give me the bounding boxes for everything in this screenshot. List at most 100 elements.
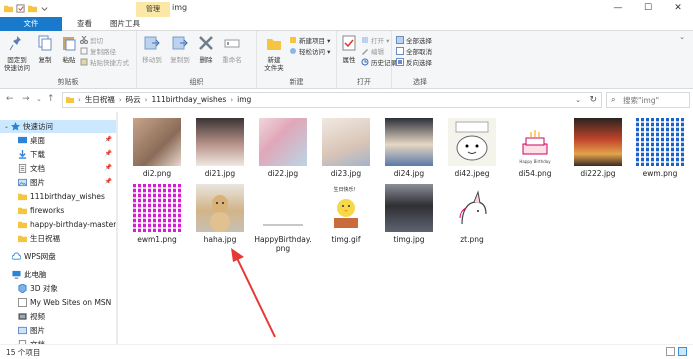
copy-path-button[interactable]: 复制路径 — [80, 46, 116, 56]
recent-locations-icon[interactable]: ⌄ — [36, 95, 42, 103]
invert-selection-button[interactable]: 反向选择 — [396, 57, 432, 67]
pin-icon[interactable]: 📌 — [105, 136, 112, 143]
breadcrumb-item[interactable]: img — [237, 93, 251, 107]
details-view-icon[interactable] — [666, 347, 675, 356]
nav-item-desktop[interactable]: 桌面 📌 — [0, 134, 116, 147]
select-none-icon — [396, 47, 404, 55]
file-item[interactable]: timg.jpg — [378, 184, 440, 244]
nav-item-folder[interactable]: 111birthday_wishes — [0, 190, 116, 203]
new-item-button[interactable]: 新建项目 ▾ — [289, 35, 330, 45]
folder-icon[interactable] — [4, 4, 13, 13]
nav-item-videos[interactable]: 视频 — [0, 310, 116, 323]
file-item[interactable]: di222.jpg — [567, 118, 629, 178]
select-all-button[interactable]: 全部选择 — [396, 35, 432, 45]
pin-icon[interactable]: 📌 — [105, 178, 112, 185]
file-name: ewm.png — [642, 169, 678, 178]
nav-item-folder[interactable]: fireworks — [0, 204, 116, 217]
nav-item-3d-objects[interactable]: 3D 对象 — [0, 282, 116, 295]
new-folder-button[interactable]: 新建 文件夹 — [259, 34, 289, 72]
move-to-button[interactable]: 移动到 — [137, 34, 167, 64]
properties-button[interactable]: 属性 — [334, 34, 364, 64]
nav-item-documents[interactable]: 文档 📌 — [0, 162, 116, 175]
file-item[interactable]: di2.png — [126, 118, 188, 178]
open-button[interactable]: 打开 ▾ — [361, 35, 389, 45]
properties-icon[interactable] — [16, 4, 25, 13]
nav-item-pictures[interactable]: 图片 📌 — [0, 176, 116, 189]
maximize-button[interactable]: ☐ — [633, 0, 663, 17]
document-icon — [18, 164, 27, 173]
up-arrow-icon[interactable]: ↑ — [47, 94, 55, 104]
file-item[interactable]: haha.jpg — [189, 184, 251, 244]
file-item[interactable]: Happy Birthday di54.png — [504, 118, 566, 178]
file-name: HappyBirthday.png — [254, 235, 312, 253]
pin-icon[interactable]: 📌 — [105, 164, 112, 171]
breadcrumb-item[interactable]: 码云 — [126, 93, 141, 107]
nav-label: 视频 — [30, 312, 45, 321]
file-name: ewm1.png — [137, 235, 177, 244]
file-item[interactable]: HappyBirthday.png — [252, 184, 314, 253]
back-arrow-icon[interactable]: ← — [6, 94, 14, 104]
nav-item-web-sites[interactable]: My Web Sites on MSN — [0, 296, 116, 309]
rename-button[interactable]: 重命名 — [217, 34, 247, 64]
window-controls: — ☐ ✕ — [603, 0, 693, 17]
new-folder-icon[interactable] — [28, 4, 37, 13]
pin-icon[interactable]: 📌 — [105, 150, 112, 157]
collapse-ribbon-icon[interactable]: ⌄ — [679, 33, 685, 41]
large-icons-view-icon[interactable] — [678, 347, 687, 356]
nav-label: 下载 — [30, 150, 45, 159]
pin-quick-access-button[interactable]: 固定到 快速访问 — [2, 34, 32, 72]
file-item[interactable]: di23.jpg — [315, 118, 377, 178]
file-item[interactable]: zt.png — [441, 184, 503, 244]
nav-label: 图片 — [30, 178, 45, 187]
chevron-down-icon[interactable]: ⌄ — [4, 123, 9, 130]
file-item[interactable]: di21.jpg — [189, 118, 251, 178]
minimize-button[interactable]: — — [603, 0, 633, 17]
tab-picture-tools[interactable]: 图片工具 — [101, 17, 149, 31]
file-item[interactable]: di22.jpg — [252, 118, 314, 178]
nav-item-this-pc[interactable]: 此电脑 — [0, 268, 116, 281]
file-item[interactable]: ewm1.png — [126, 184, 188, 244]
nav-item-wps-cloud[interactable]: WPS网盘 — [0, 250, 116, 263]
nav-item-pictures-pc[interactable]: 图片 — [0, 324, 116, 337]
new-item-label: 新建项目 ▾ — [299, 37, 331, 45]
file-name: di23.jpg — [330, 169, 362, 178]
forward-arrow-icon[interactable]: → — [22, 94, 30, 104]
tab-view[interactable]: 查看 — [68, 17, 101, 31]
breadcrumb-item[interactable]: 生日祝福 — [85, 93, 115, 107]
nav-item-quick-access[interactable]: ⌄ 快速访问 — [0, 120, 116, 133]
nav-item-folder[interactable]: 生日祝福 — [0, 232, 116, 245]
breadcrumb-item[interactable]: 111birthday_wishes — [151, 93, 226, 107]
edit-button[interactable]: 编辑 — [361, 46, 384, 56]
search-box[interactable]: ⌕ — [606, 92, 690, 108]
refresh-icon[interactable]: ↻ — [589, 93, 597, 107]
picture-icon — [18, 178, 27, 187]
select-all-icon — [396, 36, 404, 44]
navigation-pane: ⌄ 快速访问 桌面 📌 下载 📌 文档 📌 图片 📌 111birthday_w… — [0, 112, 118, 344]
ribbon-tabs: 文件 主页 共享 查看 图片工具 — [0, 17, 693, 31]
paste-shortcut-button[interactable]: 粘贴快捷方式 — [80, 57, 129, 67]
file-item[interactable]: di24.jpg — [378, 118, 440, 178]
chevron-down-icon[interactable] — [40, 4, 49, 13]
nav-item-folder[interactable]: happy-birthday-master — [0, 218, 116, 231]
select-none-button[interactable]: 全部取消 — [396, 46, 432, 56]
context-tab-manage[interactable]: 管理 — [136, 2, 170, 17]
file-name: di222.jpg — [580, 169, 616, 178]
web-icon — [18, 298, 27, 307]
sticker-face-icon — [455, 121, 489, 161]
tab-file[interactable]: 文件 — [0, 17, 62, 31]
file-item[interactable]: 生日快乐！ timg.gif — [315, 184, 377, 244]
nav-item-downloads[interactable]: 下载 📌 — [0, 148, 116, 161]
easy-access-button[interactable]: 轻松访问 ▾ — [289, 46, 330, 56]
address-bar[interactable]: › 生日祝福 › 码云 › 111birthday_wishes › img ⌄… — [62, 92, 602, 108]
file-item[interactable]: ewm.png — [629, 118, 691, 178]
nav-scrollbar[interactable] — [116, 112, 118, 344]
file-item[interactable]: di42.jpeg — [441, 118, 503, 178]
folder-icon — [66, 97, 74, 103]
close-button[interactable]: ✕ — [663, 0, 693, 17]
cut-button[interactable]: 剪切 — [80, 35, 103, 45]
window-title: img — [172, 3, 188, 12]
search-input[interactable] — [623, 94, 687, 106]
address-dropdown-icon[interactable]: ⌄ — [575, 93, 581, 107]
image-thumbnail: 生日快乐！ — [322, 184, 370, 232]
image-thumbnail — [385, 184, 433, 232]
